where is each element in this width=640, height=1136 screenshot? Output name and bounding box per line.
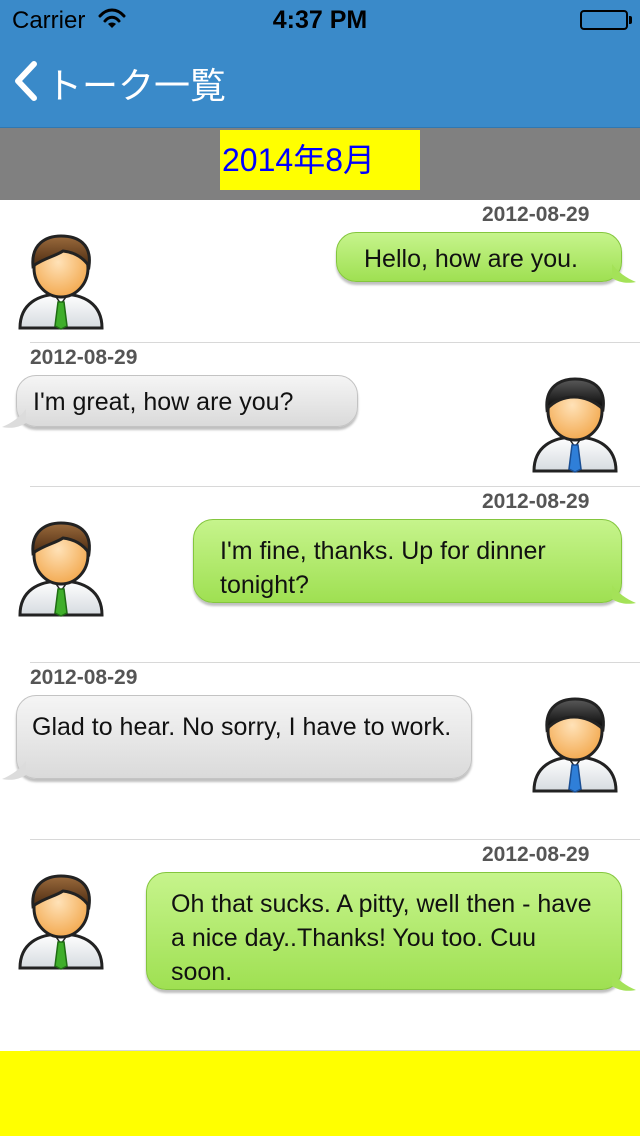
message-text: Glad to hear. No sorry, I have to work. xyxy=(32,713,452,741)
message-row: 2012-08-29 I'm fine, thanks. Up for dinn… xyxy=(0,487,640,662)
message-bubble: Hello, how are you. xyxy=(336,232,622,282)
message-date: 2012-08-29 xyxy=(30,666,138,689)
bubble-tail xyxy=(2,761,26,780)
bubble-tail xyxy=(2,409,26,428)
back-button[interactable]: トーク一覧 xyxy=(12,58,226,108)
clock-label: 4:37 PM xyxy=(272,6,368,34)
message-row: 2012-08-29 I'm great, how are you? xyxy=(0,343,640,486)
navigation-bar: トーク一覧 xyxy=(0,40,640,128)
month-label: 2014年8月 xyxy=(220,130,420,190)
message-bubble: I'm great, how are you? xyxy=(16,375,358,427)
back-button-label: トーク一覧 xyxy=(46,65,227,106)
message-bubble: Oh that sucks. A pitty, well then - have… xyxy=(146,872,622,990)
bubble-tail xyxy=(612,264,636,283)
message-list[interactable]: 2012-08-29 Hello, how are you. 2012-08-2… xyxy=(0,200,640,1051)
bubble-tail xyxy=(612,585,636,604)
avatar-blue-tie xyxy=(530,373,620,473)
message-row: 2012-08-29 Glad to hear. No sorry, I hav… xyxy=(0,663,640,839)
chevron-left-icon xyxy=(12,60,38,107)
message-date: 2012-08-29 xyxy=(482,843,590,866)
message-date: 2012-08-29 xyxy=(482,203,590,226)
message-text: I'm fine, thanks. Up for dinner tonight? xyxy=(220,537,546,599)
avatar-green-tie xyxy=(16,870,106,970)
message-row: 2012-08-29 Oh that sucks. A pitty, well … xyxy=(0,840,640,1050)
message-date: 2012-08-29 xyxy=(482,490,590,513)
battery-icon xyxy=(580,10,632,30)
avatar-blue-tie xyxy=(530,693,620,793)
avatar-green-tie xyxy=(16,517,106,617)
input-footer-bar[interactable] xyxy=(0,1051,640,1136)
bubble-tail xyxy=(612,972,636,991)
month-header: 2014年8月 xyxy=(0,128,640,200)
message-row: 2012-08-29 Hello, how are you. xyxy=(0,200,640,342)
message-bubble: Glad to hear. No sorry, I have to work. xyxy=(16,695,472,779)
avatar-green-tie xyxy=(16,230,106,330)
message-text: Oh that sucks. A pitty, well then - have… xyxy=(171,890,592,986)
status-bar: Carrier 4:37 PM xyxy=(0,0,640,40)
message-bubble: I'm fine, thanks. Up for dinner tonight? xyxy=(193,519,622,603)
message-date: 2012-08-29 xyxy=(30,346,138,369)
message-text: Hello, how are you. xyxy=(364,245,579,273)
message-text: I'm great, how are you? xyxy=(33,388,294,416)
